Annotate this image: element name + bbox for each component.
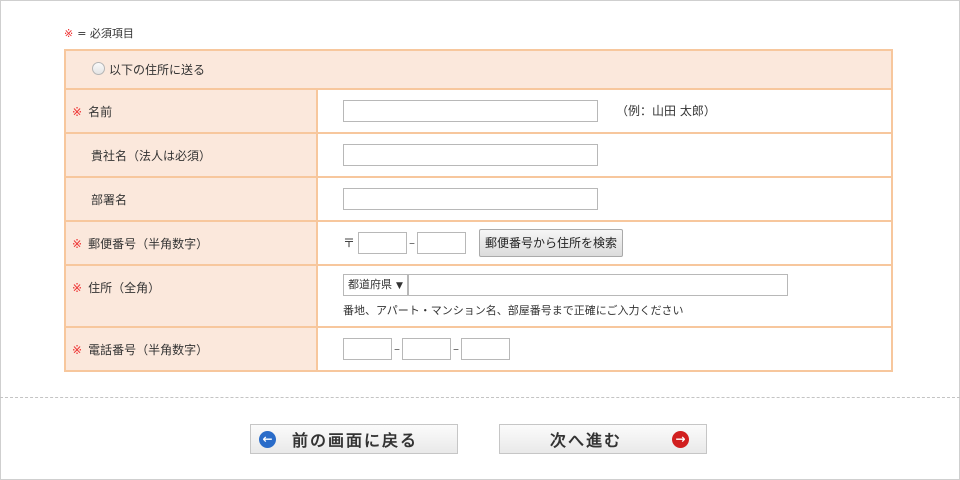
- zip-value-cell: 〒 – 郵便番号から住所を検索: [316, 220, 893, 266]
- zip-input-2[interactable]: [417, 232, 467, 254]
- required-mark: ※: [72, 236, 83, 251]
- company-input[interactable]: [343, 144, 598, 166]
- department-value-cell: [316, 176, 893, 222]
- zip-input-1[interactable]: [358, 232, 408, 254]
- phone-input-1[interactable]: [343, 338, 392, 360]
- send-option-row: 以下の住所に送る: [64, 49, 893, 90]
- postal-mark-icon: 〒: [343, 235, 356, 250]
- name-label-cell: ※ 名前: [64, 88, 318, 134]
- department-input[interactable]: [343, 188, 598, 210]
- name-input[interactable]: [343, 100, 598, 122]
- company-label-cell: 貴社名（法人は必須）: [64, 132, 318, 178]
- required-mark: ※: [64, 27, 74, 40]
- address-value-cell: 都道府県 ▼ 番地、アパート・マンション名、部屋番号まで正確にご入力ください: [316, 264, 893, 328]
- address-label: 住所（全角）: [88, 281, 161, 295]
- zip-label: 郵便番号（半角数字）: [88, 236, 209, 251]
- chevron-down-icon: ▼: [396, 281, 403, 291]
- send-to-address-label: 以下の住所に送る: [109, 63, 206, 77]
- next-button-label: 次へ進む: [550, 431, 623, 450]
- phone-input-2[interactable]: [402, 338, 451, 360]
- required-note: ※ = 必須項目: [64, 25, 134, 41]
- phone-label-cell: ※ 電話番号（半角数字）: [64, 326, 318, 372]
- prefecture-select[interactable]: 都道府県 ▼: [343, 274, 408, 296]
- address-row: ※ 住所（全角） 都道府県 ▼ 番地、アパート・マンション名、部屋番号まで正確にご入…: [64, 264, 893, 328]
- arrow-left-circle-icon: ←: [259, 430, 276, 448]
- zip-separator: –: [409, 235, 416, 250]
- required-mark: ※: [72, 104, 83, 119]
- zip-search-button[interactable]: 郵便番号から住所を検索: [479, 229, 624, 257]
- back-button[interactable]: ← 前の画面に戻る: [250, 424, 458, 454]
- zip-row: ※ 郵便番号（半角数字） 〒 – 郵便番号から住所を検索: [64, 220, 893, 266]
- prefecture-value: 都道府県: [348, 278, 392, 291]
- phone-row: ※ 電話番号（半角数字） – –: [64, 326, 893, 372]
- required-mark: ※: [72, 342, 83, 357]
- company-label: 貴社名（法人は必須）: [91, 148, 212, 163]
- divider: [0, 397, 960, 398]
- zip-label-cell: ※ 郵便番号（半角数字）: [64, 220, 318, 266]
- name-value-cell: （例：山田 太郎）: [316, 88, 893, 134]
- phone-input-3[interactable]: [461, 338, 510, 360]
- send-to-address-radio[interactable]: [92, 62, 105, 75]
- phone-label: 電話番号（半角数字）: [88, 342, 209, 357]
- department-label-cell: 部署名: [64, 176, 318, 222]
- phone-separator: –: [453, 341, 459, 356]
- required-mark: ※: [72, 281, 83, 295]
- company-row: 貴社名（法人は必須）: [64, 132, 893, 178]
- name-label: 名前: [88, 104, 113, 119]
- phone-separator: –: [394, 341, 400, 356]
- arrow-right-circle-icon: →: [672, 430, 690, 448]
- phone-value-cell: – –: [316, 326, 893, 372]
- company-value-cell: [316, 132, 893, 178]
- required-note-text: = 必須項目: [77, 27, 134, 40]
- department-row: 部署名: [64, 176, 893, 222]
- name-example: （例：山田 太郎）: [616, 103, 716, 118]
- address-input[interactable]: [407, 274, 788, 296]
- address-note: 番地、アパート・マンション名、部屋番号まで正確にご入力ください: [343, 304, 684, 317]
- send-option-cell[interactable]: 以下の住所に送る: [64, 49, 893, 90]
- address-label-cell: ※ 住所（全角）: [64, 264, 318, 328]
- address-form: 以下の住所に送る ※ 名前 （例：山田 太郎） 貴社名（法人は必須） 部署名 ※ 郵…: [64, 49, 893, 372]
- back-button-label: 前の画面に戻る: [292, 431, 419, 450]
- next-button[interactable]: 次へ進む →: [499, 424, 707, 454]
- department-label: 部署名: [91, 192, 128, 207]
- name-row: ※ 名前 （例：山田 太郎）: [64, 88, 893, 134]
